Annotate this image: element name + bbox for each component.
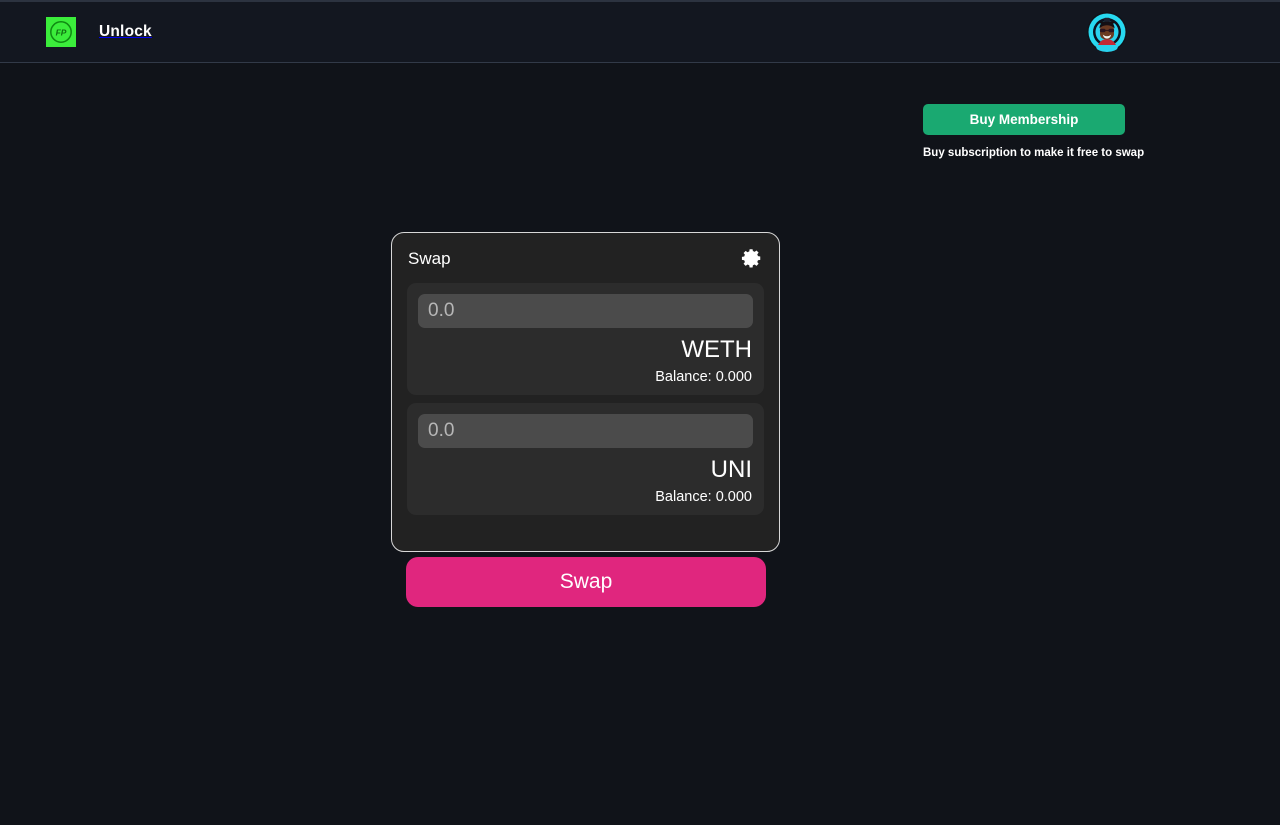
header-right bbox=[1087, 12, 1127, 52]
gear-icon[interactable] bbox=[741, 247, 763, 269]
token-symbol[interactable]: WETH bbox=[418, 336, 753, 364]
user-avatar-icon[interactable] bbox=[1087, 12, 1127, 52]
token-balance: Balance: 0.000 bbox=[655, 369, 752, 385]
swap-card-header: Swap bbox=[407, 247, 764, 283]
token-row: WETH Balance: 0.000 bbox=[407, 283, 764, 395]
buy-membership-button[interactable]: Buy Membership bbox=[923, 104, 1125, 135]
amount-input[interactable] bbox=[418, 294, 753, 328]
svg-text:FP: FP bbox=[56, 28, 67, 38]
token-row: UNI Balance: 0.000 bbox=[407, 403, 764, 515]
brand-link[interactable]: FP Unlock bbox=[46, 17, 152, 47]
membership-note: Buy subscription to make it free to swap bbox=[923, 147, 1145, 159]
swap-card-title: Swap bbox=[408, 249, 451, 268]
membership-panel: Buy Membership Buy subscription to make … bbox=[923, 104, 1145, 159]
brand-name: Unlock bbox=[99, 23, 152, 40]
swap-card: Swap WETH Balance: 0.000 UNI Balance: 0.… bbox=[391, 232, 780, 552]
app-header: FP Unlock bbox=[0, 2, 1280, 63]
fp-logo-icon: FP bbox=[46, 17, 76, 47]
token-balance: Balance: 0.000 bbox=[655, 489, 752, 505]
amount-input[interactable] bbox=[418, 414, 753, 448]
swap-submit-button[interactable]: Swap bbox=[406, 557, 766, 607]
token-symbol[interactable]: UNI bbox=[418, 456, 753, 484]
